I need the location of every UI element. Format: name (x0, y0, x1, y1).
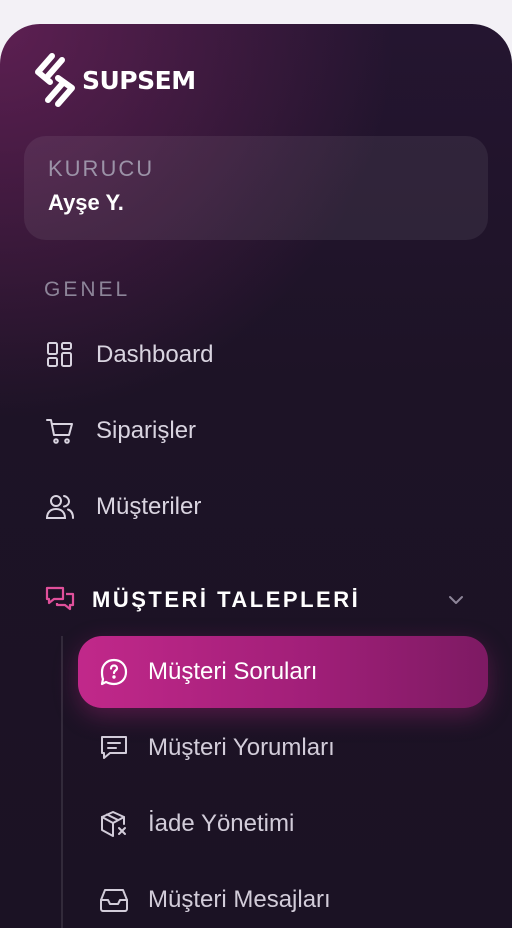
nav-label: Siparişler (96, 417, 197, 444)
sub-item-label: Müşteri Soruları (148, 658, 318, 685)
nav-label: Dashboard (96, 341, 214, 368)
cart-icon (46, 419, 73, 444)
nav-item-orders[interactable]: Siparişler (44, 411, 196, 451)
grid-icon (47, 342, 72, 367)
users-icon (45, 495, 74, 519)
question-bubble-icon (100, 658, 128, 686)
user-role: KURUCU (48, 156, 155, 181)
user-name: Ayşe Y. (48, 190, 124, 215)
group-label: MÜŞTERİ TALEPLERİ (92, 587, 361, 612)
tree-line (61, 636, 63, 928)
comment-icon (101, 736, 127, 759)
sub-item-label: Müşteri Mesajları (148, 886, 331, 913)
nav-item-customers[interactable]: Müşteriler (44, 487, 201, 527)
brand-name: SUPSEM (82, 65, 196, 95)
sub-item-customer-messages[interactable]: Müşteri Mesajları (78, 864, 488, 928)
chat-bubbles-icon (45, 586, 75, 611)
section-title: GENEL (44, 278, 131, 301)
logo-icon (35, 53, 75, 107)
user-card[interactable]: KURUCU Ayşe Y. (24, 136, 488, 240)
chevron-down-icon[interactable] (444, 588, 468, 612)
return-box-icon (101, 811, 126, 837)
sub-item-label: İade Yönetimi (148, 810, 295, 837)
nav-item-dashboard[interactable]: Dashboard (44, 335, 213, 375)
sub-item-customer-reviews[interactable]: Müşteri Yorumları (78, 712, 488, 784)
group-customer-requests[interactable]: MÜŞTERİ TALEPLERİ (44, 580, 468, 620)
brand-logo[interactable]: SUPSEM (32, 50, 196, 110)
sub-item-label: Müşteri Yorumları (148, 734, 335, 761)
sub-item-returns[interactable]: İade Yönetimi (78, 788, 488, 860)
nav-label: Müşteriler (96, 493, 202, 520)
sidebar-panel: SUPSEM KURUCU Ayşe Y. GENEL Dashboard Si… (0, 24, 512, 928)
inbox-icon (100, 889, 128, 912)
sub-item-customer-questions[interactable]: Müşteri Soruları (78, 636, 488, 708)
